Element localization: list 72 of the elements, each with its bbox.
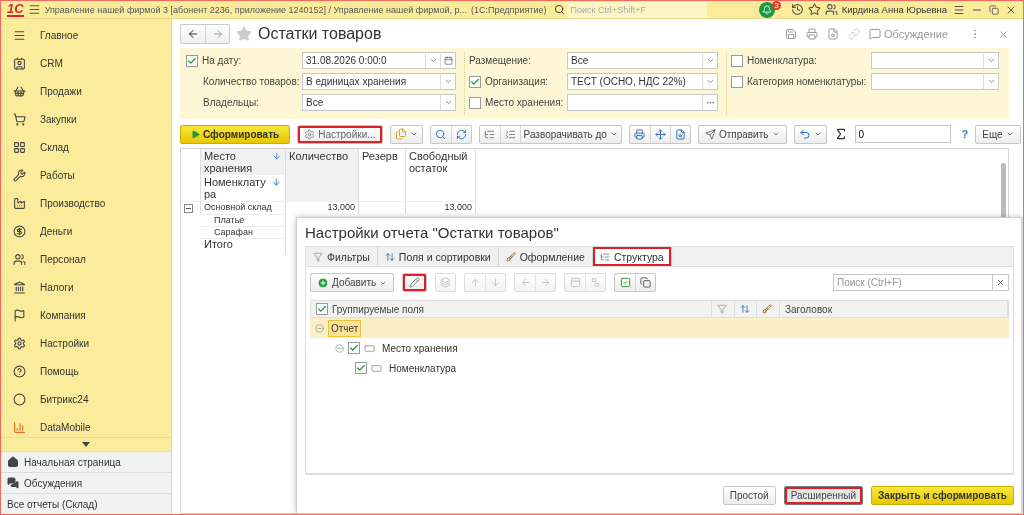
- user-name[interactable]: Кирдина Анна Юрьевна: [841, 4, 947, 15]
- input-field[interactable]: Все: [302, 94, 456, 111]
- field-label: Организация:: [485, 76, 549, 87]
- tree-row[interactable]: Отчет: [310, 318, 1009, 338]
- send-button[interactable]: Отправить: [697, 124, 787, 144]
- tab[interactable]: Структура: [592, 247, 672, 266]
- dialog-title: Настройки отчета "Остатки товаров": [305, 224, 560, 243]
- input-field[interactable]: ТЕСТ (ОСНО, НДС 22%): [567, 73, 718, 90]
- footer-link[interactable]: Начальная страница: [1, 451, 171, 472]
- tab[interactable]: Оформление: [498, 247, 593, 266]
- add-button[interactable]: Добавить: [310, 273, 395, 292]
- nav-item[interactable]: Настройки: [1, 329, 171, 357]
- nav-item[interactable]: Деньги: [1, 217, 171, 245]
- nav-item[interactable]: Компания: [1, 301, 171, 329]
- footer-link[interactable]: Обсуждения: [1, 472, 171, 493]
- tree-label: Номенклатура: [388, 361, 458, 376]
- column-heading: Заголовок: [785, 303, 833, 315]
- table-cell: Платье: [214, 215, 245, 225]
- field-label: Владельцы:: [203, 97, 259, 108]
- field-label: Размещение:: [469, 55, 531, 66]
- input-field[interactable]: Все: [567, 52, 718, 69]
- nav-item[interactable]: Продажи: [1, 77, 171, 105]
- field-label: Место хранения:: [485, 97, 564, 108]
- sum-field[interactable]: 0: [854, 125, 951, 143]
- tree-label: Место хранения: [381, 341, 459, 356]
- platform-name: (1С:Предприятие): [470, 4, 547, 15]
- table-cell: Итого: [204, 238, 233, 250]
- nav-item[interactable]: Склад: [1, 133, 171, 161]
- table-cell: 13,000: [327, 202, 355, 212]
- search-field[interactable]: Поиск Ctrl+Shift+F: [567, 1, 708, 18]
- nav-item[interactable]: CRM: [1, 49, 171, 77]
- column-heading: Место хранения: [204, 150, 254, 174]
- column-heading: Резерв: [362, 150, 398, 162]
- nav-item[interactable]: Битрикс24: [1, 385, 171, 413]
- more-button[interactable]: Еще: [975, 124, 1021, 144]
- form-title: Остатки товаров: [258, 25, 382, 43]
- settings-button[interactable]: Настройки...: [297, 124, 383, 144]
- footer-link[interactable]: Все отчеты (Склад): [1, 493, 171, 514]
- generate-button[interactable]: Сформировать: [180, 124, 291, 144]
- nav-item[interactable]: Закупки: [1, 105, 171, 133]
- table-cell: 13,000: [444, 202, 472, 212]
- expand-to-button[interactable]: Разворачивать до: [519, 125, 621, 143]
- nav-item[interactable]: Налоги: [1, 273, 171, 301]
- table-cell: Сарафан: [214, 227, 253, 237]
- nav-item[interactable]: DataMobile: [1, 413, 171, 437]
- tab[interactable]: Поля и сортировки: [377, 247, 499, 266]
- field-label: На дату:: [202, 55, 242, 66]
- field-label: Количество товаров:: [203, 76, 300, 87]
- nav-item[interactable]: Работы: [1, 161, 171, 189]
- column-heading: Свободный остаток: [409, 150, 468, 174]
- dialog-button[interactable]: Расширенный: [783, 486, 864, 505]
- window-title: Управление нашей фирмой 3 [абонент 2236, приложение 1240152] / Управление нашей фирмой, р...: [44, 4, 467, 15]
- input-field[interactable]: 31.08.2026 0:00:0: [302, 52, 456, 69]
- help-link[interactable]: ?: [961, 128, 969, 140]
- nav-item[interactable]: Помощь: [1, 357, 171, 385]
- logo: 1С: [7, 2, 24, 17]
- table-cell: Основной склад: [204, 202, 272, 212]
- nav-item[interactable]: Главное: [1, 21, 171, 49]
- column-heading: Номенклатура: [204, 176, 267, 200]
- tab[interactable]: Фильтры: [306, 247, 378, 266]
- column-heading: Группируемые поля: [332, 303, 425, 315]
- nav-item[interactable]: Производство: [1, 189, 171, 217]
- search-field[interactable]: Поиск (Ctrl+F): [833, 274, 993, 291]
- dialog-button[interactable]: Простой: [722, 486, 776, 505]
- field-label: Категория номенклатуры:: [747, 76, 867, 87]
- nav-item[interactable]: Персонал: [1, 245, 171, 273]
- column-heading: Количество: [289, 150, 349, 162]
- input-field[interactable]: В единицах хранения: [302, 73, 456, 90]
- tree-label: Отчет: [328, 319, 362, 337]
- field-label: Номенклатура:: [747, 55, 817, 66]
- dialog-button[interactable]: Закрыть и сформировать: [871, 486, 1014, 505]
- notification-badge: 3: [772, 1, 781, 10]
